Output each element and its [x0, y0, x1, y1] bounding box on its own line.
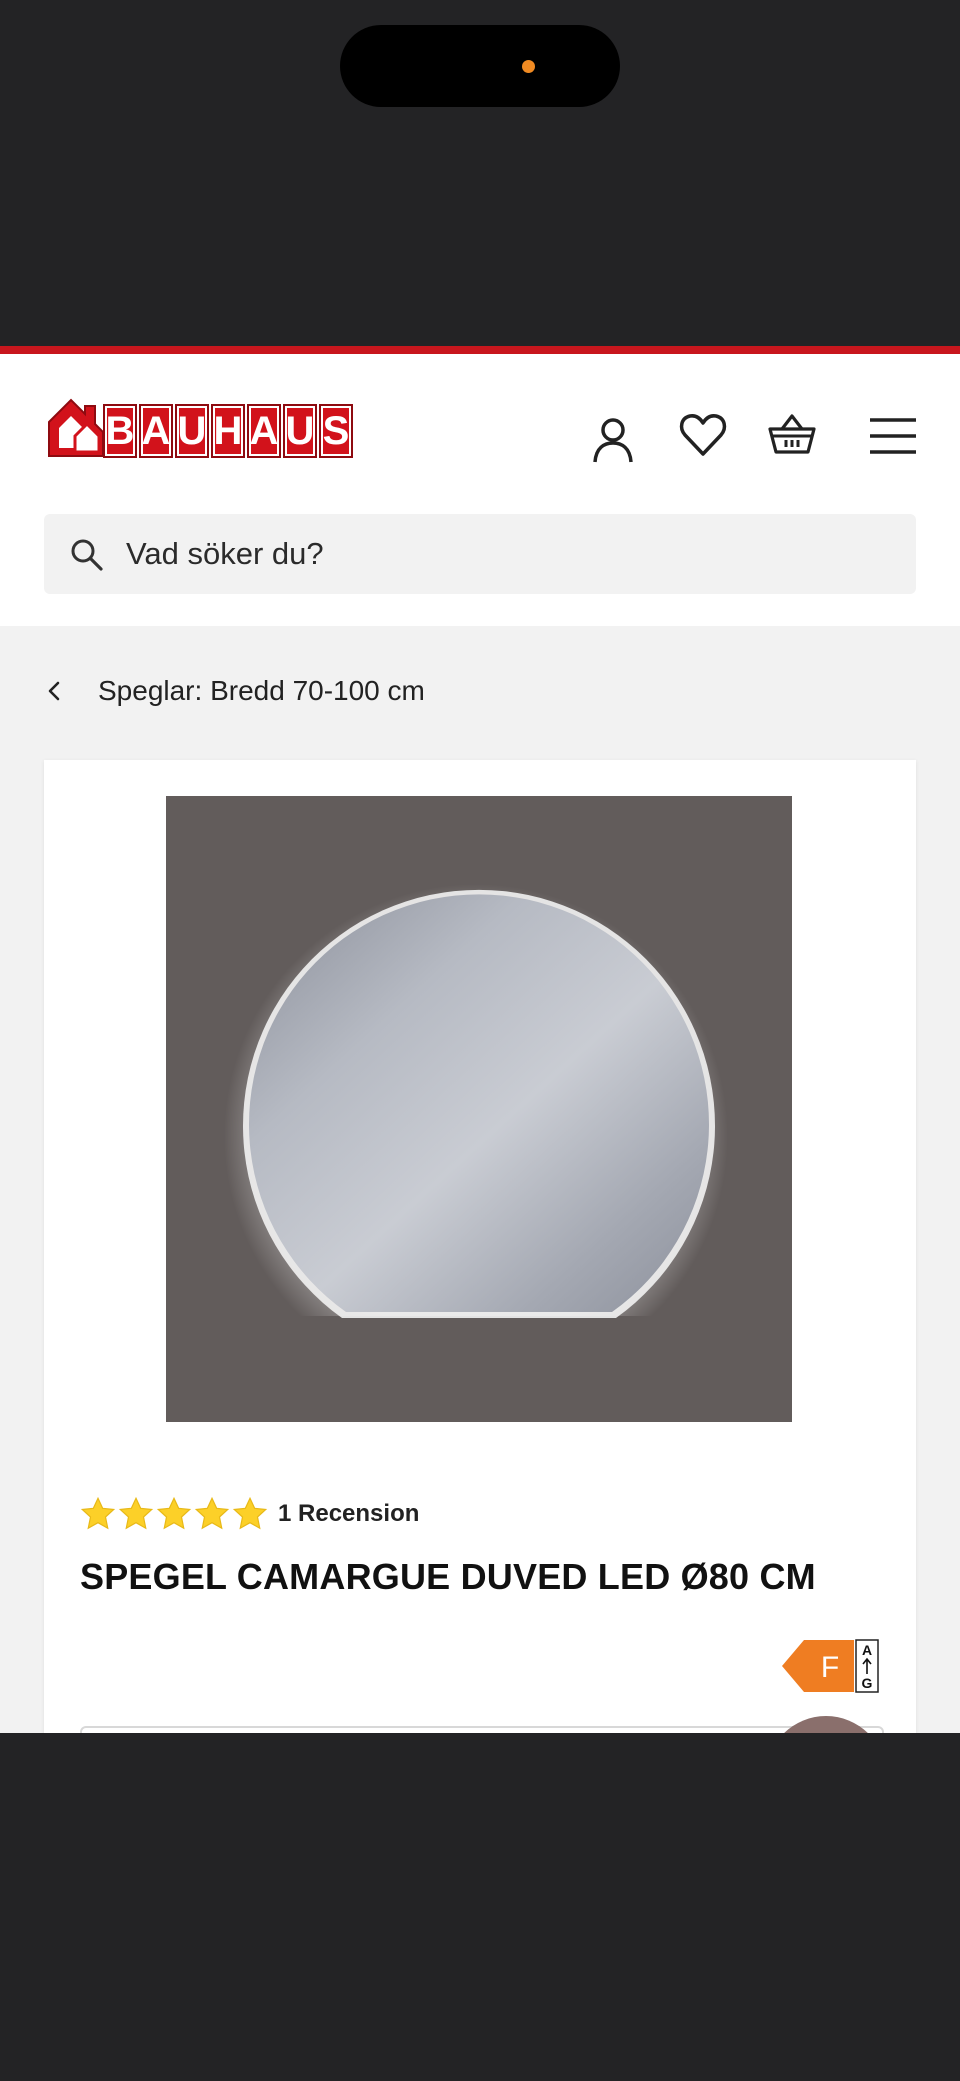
dynamic-island	[340, 25, 620, 107]
chevron-left-icon	[48, 681, 60, 701]
product-option-box[interactable]	[80, 1726, 884, 1733]
product-card: 1 Recension SPEGEL CAMARGUE DUVED LED Ø8…	[44, 760, 916, 1733]
logo-letter: U	[283, 404, 317, 458]
bauhaus-logo[interactable]: B A U H A U S	[45, 392, 355, 458]
search-placeholder: Vad söker du?	[126, 536, 324, 571]
logo-house-icon	[48, 398, 104, 457]
browser-viewport: B A U H A U S Vad söker du? Speglar: Bre…	[0, 346, 960, 1733]
star-icon	[194, 1496, 230, 1530]
energy-label[interactable]: F A G	[782, 1638, 880, 1694]
logo-letter: B	[103, 404, 137, 458]
product-image[interactable]	[166, 796, 792, 1422]
review-count[interactable]: 1 Recension	[278, 1500, 419, 1528]
logo-letter: A	[247, 404, 281, 458]
brand-top-bar	[0, 346, 960, 354]
breadcrumb[interactable]: Speglar: Bredd 70-100 cm	[44, 666, 425, 716]
logo-letter: A	[139, 404, 173, 458]
breadcrumb-label: Speglar: Bredd 70-100 cm	[98, 675, 425, 706]
search-input[interactable]: Vad söker du?	[44, 514, 916, 594]
logo-letter: S	[319, 404, 353, 458]
logo-letter: H	[211, 404, 245, 458]
mirror-photo	[224, 884, 728, 1318]
heart-icon[interactable]	[678, 410, 728, 460]
user-icon[interactable]	[588, 414, 638, 464]
menu-icon[interactable]	[868, 412, 918, 462]
product-title: SPEGEL CAMARGUE DUVED LED Ø80 CM	[80, 1556, 816, 1597]
site-header: B A U H A U S Vad söker du?	[0, 354, 960, 626]
rating-row[interactable]: 1 Recension	[80, 1496, 419, 1532]
camera-indicator	[522, 60, 535, 73]
star-icon	[156, 1496, 192, 1530]
basket-icon[interactable]	[767, 410, 817, 460]
star-icon	[232, 1496, 268, 1530]
energy-class-text: F	[821, 1651, 839, 1684]
energy-scale-bottom: G	[862, 1675, 873, 1691]
star-icon	[80, 1496, 116, 1530]
search-icon	[71, 539, 103, 571]
star-icon	[118, 1496, 154, 1530]
energy-scale-top: A	[862, 1642, 872, 1658]
logo-wordmark: B A U H A U S	[103, 404, 355, 458]
logo-letter: U	[175, 404, 209, 458]
